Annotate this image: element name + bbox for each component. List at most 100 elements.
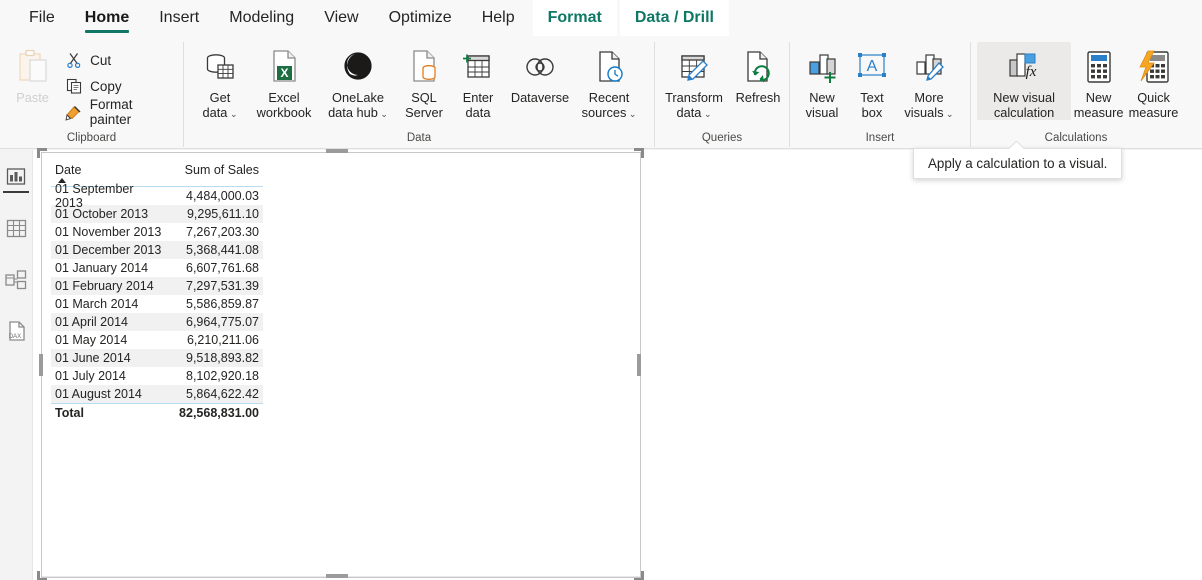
resize-handle-bottom-right[interactable] xyxy=(634,571,644,580)
cut-button[interactable]: Cut xyxy=(60,47,183,73)
cell-sum-of-sales: 9,518,893.82 xyxy=(186,351,259,365)
cell-date: 01 March 2014 xyxy=(55,297,139,311)
ribbon-group-data: Get data ⌄ X Excel workbook OneLake data… xyxy=(184,36,654,149)
enter-data-button[interactable]: Enter data xyxy=(452,42,504,120)
model-icon xyxy=(5,269,27,295)
dataverse-line1: Dataverse xyxy=(510,90,570,105)
chevron-down-icon: ⌄ xyxy=(626,108,637,119)
table-row[interactable]: 01 December 2013 5,368,441.08 xyxy=(51,241,263,259)
table-row[interactable]: 01 October 2013 9,295,611.10 xyxy=(51,205,263,223)
ribbon: Paste Cut Copy Format painter Clipboard … xyxy=(0,36,1202,149)
view-rail: DAX xyxy=(0,150,33,580)
svg-text:X: X xyxy=(280,66,288,80)
transform-data-button[interactable]: Transform data ⌄ xyxy=(659,42,729,121)
table-row[interactable]: 01 November 2013 7,267,203.30 xyxy=(51,223,263,241)
column-header-sum-of-sales[interactable]: Sum of Sales xyxy=(163,163,263,183)
column-header-date-label: Date xyxy=(55,163,82,177)
tab-help-label: Help xyxy=(481,9,515,26)
cell-sum-of-sales: 9,295,611.10 xyxy=(186,207,259,221)
text-box-button[interactable]: A Text box xyxy=(848,42,896,120)
tab-insert[interactable]: Insert xyxy=(144,0,214,36)
table-row[interactable]: 01 March 2014 5,586,859.87 xyxy=(51,295,263,313)
refresh-button[interactable]: Refresh xyxy=(729,42,787,106)
sidebar-item-report-view[interactable] xyxy=(3,167,29,193)
column-header-date[interactable]: Date xyxy=(51,163,163,183)
onelake-line1: OneLake xyxy=(332,90,384,105)
tab-help[interactable]: Help xyxy=(467,0,530,36)
table-row[interactable]: 01 September 2013 4,484,000.03 xyxy=(51,182,263,210)
onelake-line2: data hub xyxy=(328,104,378,120)
format-painter-label: Format painter xyxy=(89,97,133,127)
cell-date: 01 July 2014 xyxy=(55,369,126,383)
cell-sum-of-sales: 7,267,203.30 xyxy=(186,225,259,239)
table-rows: 01 September 2013 4,484,000.03 01 October … xyxy=(51,182,263,403)
more-visuals-button[interactable]: More visuals ⌄ xyxy=(896,42,962,121)
table-row[interactable]: 01 August 2014 5,864,622.42 xyxy=(51,385,263,403)
new-measure-icon xyxy=(1084,45,1114,89)
copy-button[interactable]: Copy xyxy=(60,73,183,99)
new-visual-calculation-icon: fx xyxy=(1006,45,1042,89)
tab-data-drill[interactable]: Data / Drill xyxy=(619,0,729,36)
table-row[interactable]: 01 April 2014 6,964,775.07 xyxy=(51,313,263,331)
group-label-insert: Insert xyxy=(865,132,895,144)
tab-optimize[interactable]: Optimize xyxy=(374,0,467,36)
ribbon-tab-bar: File Home Insert Modeling View Optimize … xyxy=(0,0,1202,36)
svg-text:fx: fx xyxy=(1026,64,1037,80)
cell-date: 01 January 2014 xyxy=(55,261,149,275)
text-box-line2: box xyxy=(861,104,883,120)
ribbon-tooltip: Apply a calculation to a visual. xyxy=(913,148,1123,179)
new-measure-button[interactable]: New measure xyxy=(1071,42,1126,120)
tab-home-label: Home xyxy=(84,9,130,26)
quick-measure-button[interactable]: Quick measure xyxy=(1126,42,1181,120)
recent-sources-icon xyxy=(592,45,626,89)
cell-sum-of-sales: 8,102,920.18 xyxy=(186,369,259,383)
resize-handle-top-left[interactable] xyxy=(37,148,47,158)
new-visual-button[interactable]: New visual xyxy=(796,42,848,120)
onelake-data-hub-button[interactable]: OneLake data hub ⌄ xyxy=(320,42,396,121)
dataverse-button[interactable]: Dataverse xyxy=(504,42,576,106)
table-row[interactable]: 01 June 2014 9,518,893.82 xyxy=(51,349,263,367)
resize-handle-middle-left[interactable] xyxy=(39,354,43,376)
sidebar-item-model-view[interactable] xyxy=(3,269,29,295)
sidebar-item-table-view[interactable] xyxy=(3,218,29,244)
tab-modeling[interactable]: Modeling xyxy=(214,0,309,36)
resize-handle-bottom-left[interactable] xyxy=(37,571,47,580)
table-row[interactable]: 01 May 2014 6,210,211.06 xyxy=(51,331,263,349)
tab-view[interactable]: View xyxy=(309,0,373,36)
ribbon-group-queries: Transform data ⌄ Refresh Queries xyxy=(655,36,789,149)
resize-handle-bottom-center[interactable] xyxy=(326,574,348,578)
tab-optimize-label: Optimize xyxy=(388,9,452,26)
recent-sources-button[interactable]: Recent sources ⌄ xyxy=(576,42,642,121)
get-data-button[interactable]: Get data ⌄ xyxy=(192,42,248,121)
excel-workbook-button[interactable]: X Excel workbook xyxy=(248,42,320,120)
power-bi-window: File Home Insert Modeling View Optimize … xyxy=(0,0,1202,580)
cell-sum-of-sales: 5,586,859.87 xyxy=(186,297,259,311)
table-row[interactable]: 01 February 2014 7,297,531.39 xyxy=(51,277,263,295)
table-row[interactable]: 01 July 2014 8,102,920.18 xyxy=(51,367,263,385)
tab-format[interactable]: Format xyxy=(532,0,617,36)
new-visual-calculation-button[interactable]: fx New visual calculation xyxy=(977,42,1072,120)
tooltip-text: Apply a calculation to a visual. xyxy=(928,156,1108,171)
new-visual-icon xyxy=(805,45,839,89)
more-visuals-line2: visuals xyxy=(904,104,944,120)
group-label-clipboard: Clipboard xyxy=(66,132,117,144)
chevron-down-icon: ⌄ xyxy=(701,108,712,119)
table-visual[interactable]: Date Sum of Sales 01 September 2013 4,484… xyxy=(41,152,641,577)
resize-handle-middle-right[interactable] xyxy=(637,354,641,376)
onelake-icon xyxy=(341,45,375,89)
tab-home[interactable]: Home xyxy=(70,0,144,36)
cell-sum-of-sales: 7,297,531.39 xyxy=(186,279,259,293)
sql-line1: SQL xyxy=(411,90,437,105)
group-label-calculations: Calculations xyxy=(1044,132,1108,144)
resize-handle-top-right[interactable] xyxy=(634,148,644,158)
resize-handle-top-center[interactable] xyxy=(326,149,348,153)
sidebar-item-dax-query-view[interactable]: DAX xyxy=(3,320,29,346)
table-row[interactable]: 01 January 2014 6,607,761.68 xyxy=(51,259,263,277)
paste-button[interactable]: Paste xyxy=(5,42,60,106)
tooltip-arrow xyxy=(1008,141,1024,149)
sql-server-icon xyxy=(407,45,441,89)
sql-server-button[interactable]: SQL Server xyxy=(396,42,452,120)
format-painter-button[interactable]: Format painter xyxy=(60,97,183,127)
tab-file[interactable]: File xyxy=(14,0,70,36)
report-canvas[interactable]: Date Sum of Sales 01 September 2013 4,484… xyxy=(33,148,1202,580)
